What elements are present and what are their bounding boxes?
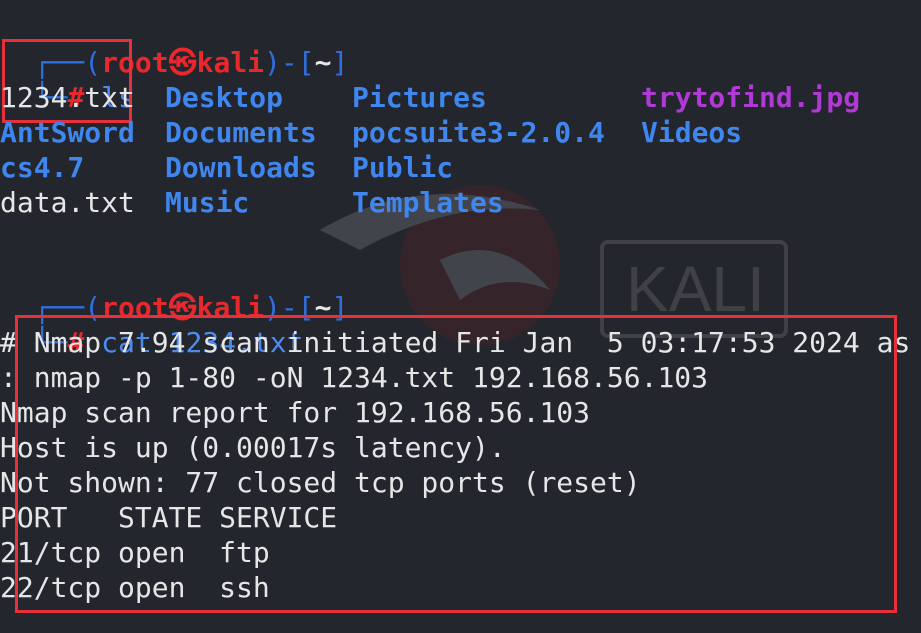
prompt-frame-mid: )-[ [264, 46, 315, 79]
prompt-at-symbol: ㉿ [168, 46, 197, 79]
ls-entry: Desktop [165, 81, 284, 114]
ls-entry: AntSword [0, 116, 135, 149]
highlight-box-cat-output [15, 315, 897, 613]
prompt-cwd: ~ [314, 46, 332, 79]
prompt-frame-end: ] [331, 46, 349, 79]
ls-row: cs4.7 Downloads Public [0, 150, 921, 185]
ls-entry: Videos [641, 116, 743, 149]
ls-entry: trytofind.jpg [641, 81, 861, 114]
ls-entry: 1234.txt [0, 81, 135, 114]
ls-entry: pocsuite3-2.0.4 [352, 116, 605, 149]
prompt-host: kali [196, 46, 265, 79]
ls-entry: Documents [165, 116, 317, 149]
ls-entry: cs4.7 [0, 151, 85, 184]
prompt-line-2: ┌──(root㉿kali)-[~] [0, 255, 349, 324]
ls-row: AntSword Documents pocsuite3-2.0.4 Video… [0, 115, 921, 150]
ls-entry: Public [352, 151, 454, 184]
ls-row: 1234.txt Desktop Pictures trytofind.jpg [0, 80, 921, 115]
terminal-window: { "prompt": { "user": "root", "at_symbol… [0, 0, 921, 633]
ls-entry: Pictures [352, 81, 487, 114]
ls-row: data.txt Music Templates [0, 185, 921, 220]
ls-entry: Templates [352, 186, 504, 219]
ls-entry: Music [165, 186, 250, 219]
ls-entry: Downloads [165, 151, 317, 184]
ls-entry: data.txt [0, 186, 135, 219]
